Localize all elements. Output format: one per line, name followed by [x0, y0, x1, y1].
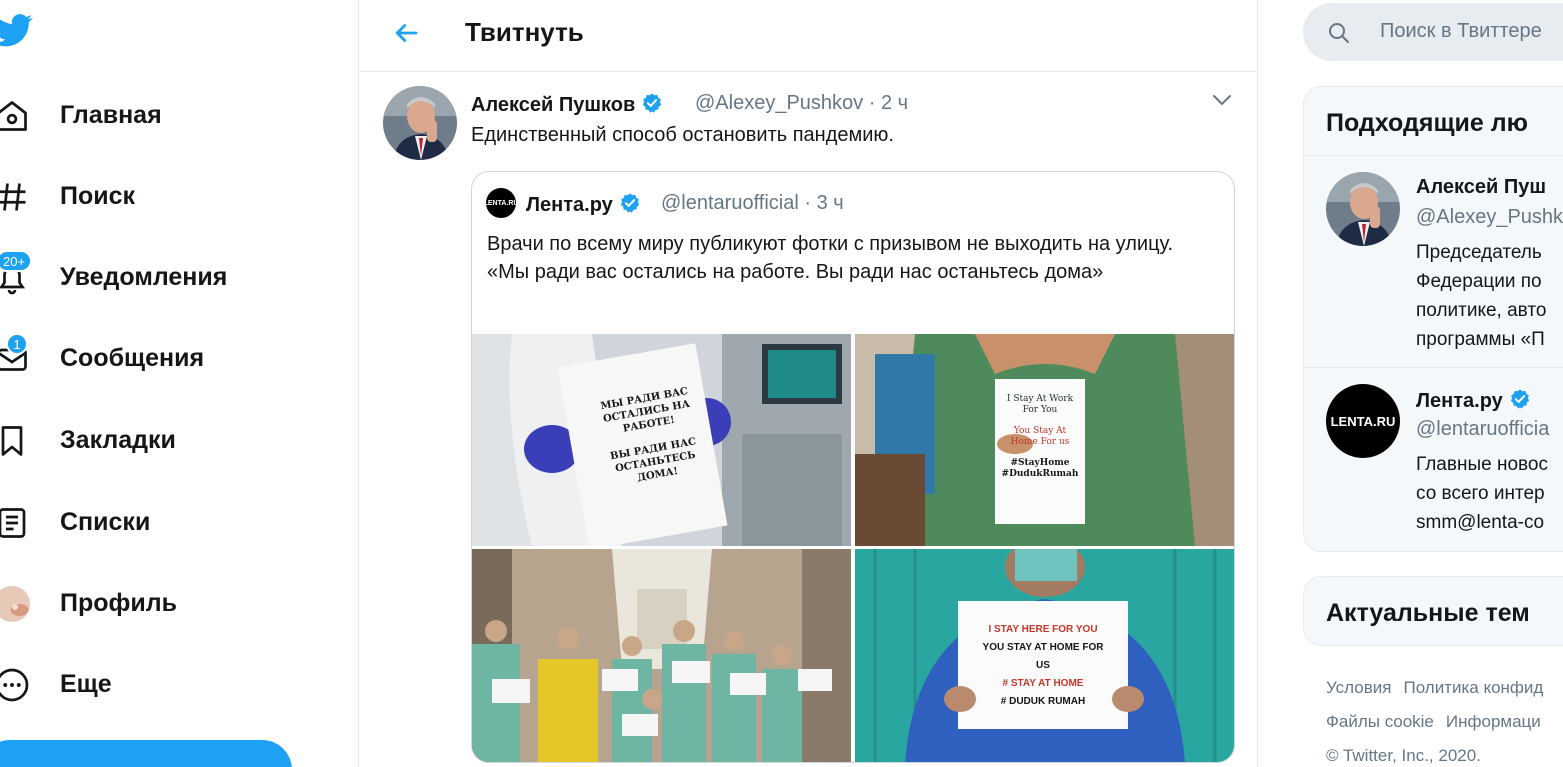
list-icon — [0, 508, 26, 538]
notifications-badge: 20+ — [0, 250, 33, 272]
quoted-time: · 3 ч — [804, 192, 844, 214]
photo-4[interactable]: I STAY HERE FOR YOU YOU STAY AT HOME FOR… — [855, 549, 1234, 762]
tweet-button[interactable] — [0, 740, 292, 767]
main-column: Твитнуть Алексей Пушков @Alexey_Pushkov … — [358, 0, 1258, 767]
home-icon — [0, 101, 27, 131]
suggestion-bio: Председатель Федерации по политике, авто… — [1416, 242, 1547, 350]
footer-links: Условия Политика конфид — [1326, 678, 1555, 698]
footer-links: Файлы cookie Информаци — [1326, 712, 1553, 732]
nav-label-lists: Списки — [60, 508, 151, 536]
sign-line: Home For us — [1010, 437, 1070, 447]
sign-line: #StayHome — [1010, 458, 1070, 468]
nav-label-explore: Поиск — [60, 182, 136, 210]
quoted-name-text: Лента.ру — [526, 194, 613, 216]
suggestion-handle: @lentaruofficia — [1416, 418, 1550, 440]
avatar — [0, 586, 30, 622]
footer-copyright: © Twitter, Inc., 2020. — [1326, 746, 1481, 765]
verified-icon — [643, 93, 662, 113]
follow-suggestion[interactable]: LENTA.RU Лента.ру @lentaruofficia Главны… — [1304, 367, 1563, 551]
photo-1-sign: МЫ РАДИ ВАС ОСТАЛИСЬ НА РАБОТЕ! ВЫ РАДИ … — [589, 383, 713, 491]
suggestion-bio: Главные новос со всего интер smm@lenta-c… — [1416, 454, 1548, 533]
footer-link-privacy[interactable]: Политика конфид — [1403, 678, 1543, 697]
photo-2-sign: I Stay At Work For You You Stay At Home … — [995, 394, 1085, 480]
messages-badge: 1 — [6, 333, 28, 355]
sign-line: For You — [1022, 405, 1058, 415]
photo-grid: МЫ РАДИ ВАС ОСТАЛИСЬ НА РАБОТЕ! ВЫ РАДИ … — [472, 334, 1234, 762]
quoted-handle: @lentaruofficial · 3 ч — [661, 192, 844, 215]
suggestion-avatar[interactable] — [1326, 172, 1400, 246]
suggestion-avatar[interactable]: LENTA.RU — [1326, 384, 1400, 458]
page-title: Твитнуть — [465, 17, 584, 47]
quoted-author-name: Лента.ру — [526, 192, 641, 217]
tweet-time[interactable]: · 2 ч — [869, 92, 908, 114]
chevron-down-icon[interactable] — [1211, 92, 1233, 108]
sign-line: I STAY HERE FOR YOU — [988, 624, 1098, 635]
sign-line: # STAY AT HOME — [1002, 678, 1084, 689]
suggestion-handle: @Alexey_Pushk — [1416, 206, 1563, 228]
suggestion-name[interactable]: Лента.ру — [1416, 388, 1531, 413]
footer-link-cookies[interactable]: Файлы cookie — [1326, 712, 1434, 731]
sign-line: YOU STAY AT HOME FOR — [982, 642, 1104, 653]
suggestion-name-text: Лента.ру — [1416, 390, 1503, 412]
suggestion-name[interactable]: Алексей Пуш — [1416, 176, 1546, 199]
photo-3[interactable] — [472, 549, 851, 762]
nav-item-explore[interactable]: Поиск — [0, 171, 200, 223]
who-to-follow-title: Подходящие лю — [1326, 109, 1529, 137]
nav-label-home: Главная — [60, 101, 162, 129]
author-name-text: Алексей Пушков — [471, 94, 636, 116]
sign-line: I Stay At Work — [1006, 394, 1074, 404]
nav-item-lists[interactable]: Списки — [0, 497, 180, 549]
nav-item-more[interactable]: Еще — [0, 659, 160, 711]
nav-item-profile[interactable]: Профиль — [0, 578, 200, 630]
search-input[interactable]: Поиск в Твиттере — [1380, 20, 1542, 43]
quoted-handle-text: @lentaruofficial — [661, 192, 799, 214]
nav-item-messages[interactable]: 1 Сообщения — [0, 333, 240, 385]
nav-item-notifications[interactable]: 20+ Уведомления — [0, 250, 260, 304]
quoted-tweet[interactable]: LENTA.RU Лента.ру @lentaruofficial · 3 ч… — [471, 171, 1235, 763]
nav-item-bookmarks[interactable]: Закладки — [0, 415, 210, 467]
nav-item-home[interactable]: Главная — [0, 90, 200, 142]
author-handle-text: @Alexey_Pushkov — [695, 92, 864, 114]
nav-label-bookmarks: Закладки — [60, 426, 176, 454]
bookmark-icon — [1, 426, 23, 456]
photo-4-sign: I STAY HERE FOR YOU YOU STAY AT HOME FOR… — [958, 621, 1128, 711]
nav-label-profile: Профиль — [60, 589, 178, 617]
verified-icon — [1510, 389, 1529, 409]
nav-label-more: Еще — [60, 670, 112, 698]
footer-link-info[interactable]: Информаци — [1446, 712, 1541, 731]
sign-line: You Stay At — [1013, 426, 1067, 436]
nav-label-notifications: Уведомления — [60, 263, 228, 291]
left-navigation: Главная Поиск 20+ Уведомления 1 Сообщени… — [0, 0, 358, 767]
sign-line: US — [1036, 660, 1050, 671]
photo-2[interactable]: I Stay At Work For You You Stay At Home … — [855, 334, 1234, 546]
nav-label-messages: Сообщения — [60, 344, 205, 372]
author-handle[interactable]: @Alexey_Pushkov · 2 ч — [695, 92, 908, 115]
hashtag-icon — [0, 183, 26, 211]
verified-icon — [620, 193, 639, 213]
tweet-text: Единственный способ остановить пандемию. — [471, 124, 894, 146]
search-box[interactable]: Поиск в Твиттере — [1303, 3, 1563, 61]
photo-1[interactable]: МЫ РАДИ ВАС ОСТАЛИСЬ НА РАБОТЕ! ВЫ РАДИ … — [472, 334, 851, 546]
twitter-logo-icon[interactable] — [0, 10, 34, 50]
quoted-text: Врачи по всему миру публикуют фотки с пр… — [487, 233, 1174, 283]
author-name[interactable]: Алексей Пушков — [471, 92, 663, 117]
page-header: Твитнуть — [359, 0, 1257, 72]
trends-panel: Актуальные тем — [1303, 576, 1563, 646]
author-avatar[interactable] — [383, 86, 457, 160]
sign-line: # DUDUK RUMAH — [1000, 696, 1086, 707]
trends-title: Актуальные тем — [1326, 599, 1530, 627]
footer-link-terms[interactable]: Условия — [1326, 678, 1391, 697]
right-sidebar: Поиск в Твиттере Подходящие лю Алексей П… — [1258, 0, 1563, 767]
search-icon — [1329, 23, 1349, 43]
who-to-follow-panel: Подходящие лю Алексей Пуш @Alexey_Pushk … — [1303, 86, 1563, 552]
quoted-avatar: LENTA.RU — [484, 188, 518, 218]
more-icon — [0, 668, 29, 702]
follow-suggestion[interactable]: Алексей Пуш @Alexey_Pushk Председатель Ф… — [1304, 155, 1563, 367]
back-arrow-icon[interactable] — [391, 18, 421, 48]
sign-line: #DudukRumah — [1001, 469, 1079, 479]
